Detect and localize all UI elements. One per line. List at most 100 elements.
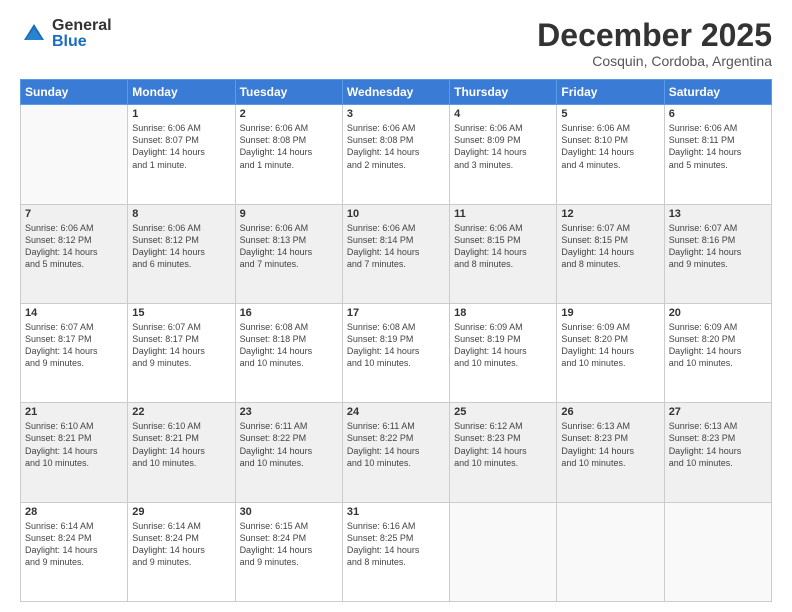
day-info: Sunrise: 6:06 AM Sunset: 8:13 PM Dayligh…	[240, 222, 338, 271]
table-row: 19 Sunrise: 6:09 AM Sunset: 8:20 PM Dayli…	[557, 303, 664, 402]
table-row	[664, 502, 771, 601]
day-info: Sunrise: 6:06 AM Sunset: 8:10 PM Dayligh…	[561, 122, 659, 171]
day-info: Sunrise: 6:06 AM Sunset: 8:07 PM Dayligh…	[132, 122, 230, 171]
table-row: 14 Sunrise: 6:07 AM Sunset: 8:17 PM Dayli…	[21, 303, 128, 402]
table-row: 27Sunrise: 6:13 AM Sunset: 8:23 PM Dayli…	[664, 403, 771, 502]
table-row: 5Sunrise: 6:06 AM Sunset: 8:10 PM Daylig…	[557, 105, 664, 204]
day-info: Sunrise: 6:07 AM Sunset: 8:17 PM Dayligh…	[132, 321, 230, 370]
header-tuesday: Tuesday	[235, 80, 342, 105]
header-monday: Monday	[128, 80, 235, 105]
table-row: 20 Sunrise: 6:09 AM Sunset: 8:20 PM Dayli…	[664, 303, 771, 402]
header-friday: Friday	[557, 80, 664, 105]
day-number: 30	[240, 506, 338, 518]
table-row: 6Sunrise: 6:06 AM Sunset: 8:11 PM Daylig…	[664, 105, 771, 204]
day-number: 16	[240, 307, 338, 319]
table-row: 23 Sunrise: 6:11 AM Sunset: 8:22 PM Dayli…	[235, 403, 342, 502]
table-row: 8 Sunrise: 6:06 AM Sunset: 8:12 PM Daylig…	[128, 204, 235, 303]
day-info: Sunrise: 6:11 AM Sunset: 8:22 PM Dayligh…	[240, 420, 338, 469]
day-number: 19	[561, 307, 659, 319]
header-wednesday: Wednesday	[342, 80, 449, 105]
logo-icon	[20, 20, 48, 48]
day-info: Sunrise: 6:15 AM Sunset: 8:24 PM Dayligh…	[240, 520, 338, 569]
day-number: 9	[240, 208, 338, 220]
table-row: 13Sunrise: 6:07 AM Sunset: 8:16 PM Dayli…	[664, 204, 771, 303]
day-number: 25	[454, 406, 552, 418]
title-block: December 2025 Cosquin, Cordoba, Argentin…	[537, 18, 772, 69]
day-number: 26	[561, 406, 659, 418]
table-row: 25 Sunrise: 6:12 AM Sunset: 8:23 PM Dayli…	[450, 403, 557, 502]
logo-blue: Blue	[52, 34, 112, 50]
day-number: 18	[454, 307, 552, 319]
day-info: Sunrise: 6:10 AM Sunset: 8:21 PM Dayligh…	[25, 420, 123, 469]
page: General Blue December 2025 Cosquin, Cord…	[0, 0, 792, 612]
day-number: 4	[454, 108, 552, 120]
day-number: 15	[132, 307, 230, 319]
day-number: 22	[132, 406, 230, 418]
day-number: 7	[25, 208, 123, 220]
day-info: Sunrise: 6:06 AM Sunset: 8:14 PM Dayligh…	[347, 222, 445, 271]
table-row: 12Sunrise: 6:07 AM Sunset: 8:15 PM Dayli…	[557, 204, 664, 303]
table-row: 29 Sunrise: 6:14 AM Sunset: 8:24 PM Dayli…	[128, 502, 235, 601]
day-number: 24	[347, 406, 445, 418]
table-row: 9 Sunrise: 6:06 AM Sunset: 8:13 PM Daylig…	[235, 204, 342, 303]
day-info: Sunrise: 6:06 AM Sunset: 8:15 PM Dayligh…	[454, 222, 552, 271]
day-info: Sunrise: 6:11 AM Sunset: 8:22 PM Dayligh…	[347, 420, 445, 469]
day-info: Sunrise: 6:06 AM Sunset: 8:08 PM Dayligh…	[240, 122, 338, 171]
day-number: 13	[669, 208, 767, 220]
day-number: 17	[347, 307, 445, 319]
day-number: 29	[132, 506, 230, 518]
header-thursday: Thursday	[450, 80, 557, 105]
table-row: 22 Sunrise: 6:10 AM Sunset: 8:21 PM Dayli…	[128, 403, 235, 502]
table-row: 17 Sunrise: 6:08 AM Sunset: 8:19 PM Dayli…	[342, 303, 449, 402]
table-row: 11 Sunrise: 6:06 AM Sunset: 8:15 PM Dayli…	[450, 204, 557, 303]
calendar-week-row: 14 Sunrise: 6:07 AM Sunset: 8:17 PM Dayli…	[21, 303, 772, 402]
day-info: Sunrise: 6:07 AM Sunset: 8:17 PM Dayligh…	[25, 321, 123, 370]
day-info: Sunrise: 6:13 AM Sunset: 8:23 PM Dayligh…	[561, 420, 659, 469]
day-info: Sunrise: 6:14 AM Sunset: 8:24 PM Dayligh…	[132, 520, 230, 569]
table-row	[21, 105, 128, 204]
calendar: Sunday Monday Tuesday Wednesday Thursday…	[20, 79, 772, 602]
day-info: Sunrise: 6:06 AM Sunset: 8:12 PM Dayligh…	[132, 222, 230, 271]
day-number: 20	[669, 307, 767, 319]
table-row	[557, 502, 664, 601]
calendar-week-row: 21Sunrise: 6:10 AM Sunset: 8:21 PM Dayli…	[21, 403, 772, 502]
day-number: 1	[132, 108, 230, 120]
day-number: 14	[25, 307, 123, 319]
location-subtitle: Cosquin, Cordoba, Argentina	[537, 53, 772, 69]
day-number: 11	[454, 208, 552, 220]
table-row: 15 Sunrise: 6:07 AM Sunset: 8:17 PM Dayli…	[128, 303, 235, 402]
table-row: 24 Sunrise: 6:11 AM Sunset: 8:22 PM Dayli…	[342, 403, 449, 502]
table-row: 30 Sunrise: 6:15 AM Sunset: 8:24 PM Dayli…	[235, 502, 342, 601]
logo-general: General	[52, 18, 112, 34]
day-info: Sunrise: 6:08 AM Sunset: 8:19 PM Dayligh…	[347, 321, 445, 370]
day-info: Sunrise: 6:14 AM Sunset: 8:24 PM Dayligh…	[25, 520, 123, 569]
day-info: Sunrise: 6:09 AM Sunset: 8:20 PM Dayligh…	[669, 321, 767, 370]
day-number: 6	[669, 108, 767, 120]
table-row: 2Sunrise: 6:06 AM Sunset: 8:08 PM Daylig…	[235, 105, 342, 204]
table-row: 31 Sunrise: 6:16 AM Sunset: 8:25 PM Dayli…	[342, 502, 449, 601]
table-row: 10 Sunrise: 6:06 AM Sunset: 8:14 PM Dayli…	[342, 204, 449, 303]
day-info: Sunrise: 6:13 AM Sunset: 8:23 PM Dayligh…	[669, 420, 767, 469]
table-row: 16 Sunrise: 6:08 AM Sunset: 8:18 PM Dayli…	[235, 303, 342, 402]
day-info: Sunrise: 6:10 AM Sunset: 8:21 PM Dayligh…	[132, 420, 230, 469]
day-number: 23	[240, 406, 338, 418]
day-info: Sunrise: 6:06 AM Sunset: 8:09 PM Dayligh…	[454, 122, 552, 171]
day-info: Sunrise: 6:16 AM Sunset: 8:25 PM Dayligh…	[347, 520, 445, 569]
day-number: 10	[347, 208, 445, 220]
day-number: 12	[561, 208, 659, 220]
day-info: Sunrise: 6:09 AM Sunset: 8:20 PM Dayligh…	[561, 321, 659, 370]
day-number: 28	[25, 506, 123, 518]
table-row: 7Sunrise: 6:06 AM Sunset: 8:12 PM Daylig…	[21, 204, 128, 303]
day-info: Sunrise: 6:08 AM Sunset: 8:18 PM Dayligh…	[240, 321, 338, 370]
calendar-week-row: 7 Sunrise: 6:06 AM Sunset: 8:12 PM Daylig…	[21, 204, 772, 303]
day-number: 3	[347, 108, 445, 120]
day-number: 8	[132, 208, 230, 220]
day-number: 31	[347, 506, 445, 518]
table-row: 26 Sunrise: 6:13 AM Sunset: 8:23 PM Dayli…	[557, 403, 664, 502]
day-info: Sunrise: 6:12 AM Sunset: 8:23 PM Dayligh…	[454, 420, 552, 469]
logo: General Blue	[20, 18, 112, 50]
table-row: 18Sunrise: 6:09 AM Sunset: 8:19 PM Dayli…	[450, 303, 557, 402]
table-row: 4 Sunrise: 6:06 AM Sunset: 8:09 PM Daylig…	[450, 105, 557, 204]
calendar-week-row: 28 Sunrise: 6:14 AM Sunset: 8:24 PM Dayli…	[21, 502, 772, 601]
month-title: December 2025	[537, 18, 772, 53]
